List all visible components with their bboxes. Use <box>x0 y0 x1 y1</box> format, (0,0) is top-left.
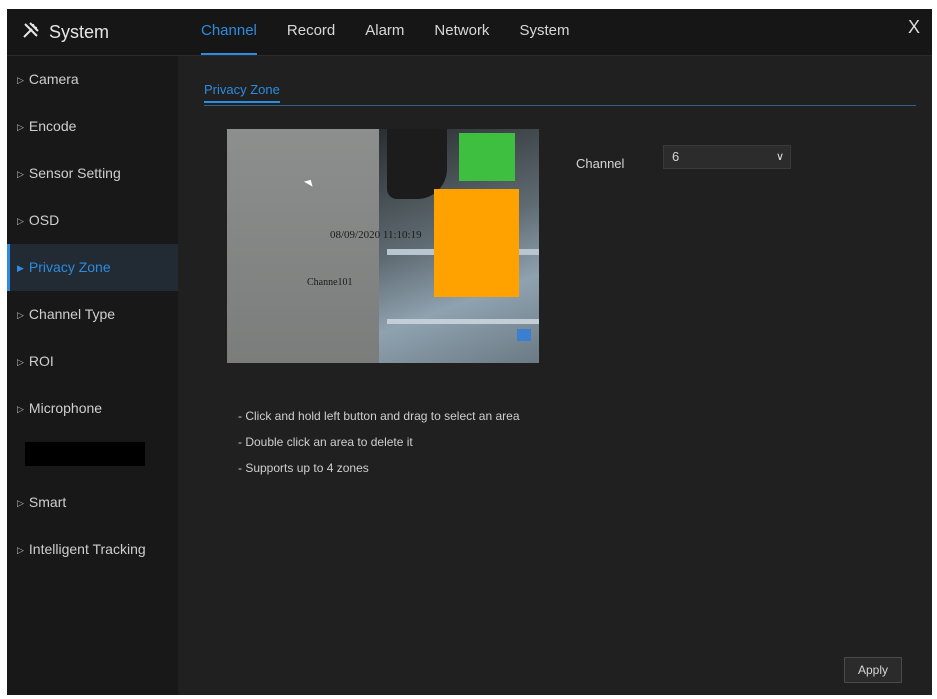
camera-preview[interactable]: 08/09/2020 11:10:19 Channe101 <box>227 129 539 363</box>
triangle-right-filled-icon: ▶ <box>17 262 24 273</box>
top-bar: System Channel Record Alarm Network Syst… <box>7 9 932 56</box>
channel-select[interactable]: 6 ∨ <box>663 145 791 169</box>
app-title-text: System <box>49 22 110 42</box>
channel-select-value: 6 <box>672 149 680 164</box>
triangle-right-icon: ▷ <box>17 74 24 85</box>
tab-network[interactable]: Network <box>434 9 489 55</box>
triangle-right-icon: ▷ <box>17 403 24 414</box>
sidebar-item-label: Intelligent Tracking <box>28 541 146 557</box>
sidebar-item-label: OSD <box>28 212 60 228</box>
subtab-privacy-zone[interactable]: Privacy Zone <box>204 82 280 103</box>
sidebar-item-encode[interactable]: ▷ Encode <box>7 103 178 150</box>
triangle-right-icon: ▷ <box>17 356 24 367</box>
preview-green-object <box>459 133 515 181</box>
system-settings-window: System Channel Record Alarm Network Syst… <box>7 9 932 695</box>
sidebar-item-sensor-setting[interactable]: ▷ Sensor Setting <box>7 150 178 197</box>
tab-alarm[interactable]: Alarm <box>365 9 404 55</box>
sidebar-item-intelligent-tracking[interactable]: ▷ Intelligent Tracking <box>7 526 178 573</box>
osd-timestamp: 08/09/2020 11:10:19 <box>330 229 422 241</box>
osd-channel-name: Channe101 <box>307 277 353 288</box>
instruction-line: - Double click an area to delete it <box>238 435 413 449</box>
sidebar-item-privacy-zone[interactable]: ▶ Privacy Zone <box>7 244 178 291</box>
triangle-right-icon: ▷ <box>17 215 24 226</box>
apply-button[interactable]: Apply <box>844 657 902 683</box>
instructions: - Click and hold left button and drag to… <box>238 403 520 481</box>
subtab-divider <box>204 105 916 106</box>
sidebar-item-label: ROI <box>28 353 54 369</box>
main-tabs: Channel Record Alarm Network System <box>201 9 599 55</box>
sidebar-item-label: Encode <box>28 118 77 134</box>
sidebar-item-label: Microphone <box>28 400 103 416</box>
preview-blue-object <box>517 329 531 341</box>
triangle-right-icon: ▷ <box>17 544 24 555</box>
close-icon[interactable]: X <box>908 17 920 38</box>
redaction-bar <box>25 442 145 466</box>
triangle-right-icon: ▷ <box>17 309 24 320</box>
sidebar-item-smart[interactable]: ▷ Smart <box>7 479 178 526</box>
sidebar-item-label: Channel Type <box>28 306 116 322</box>
tab-system[interactable]: System <box>519 9 569 55</box>
triangle-right-icon: ▷ <box>17 121 24 132</box>
sidebar-item-label: Sensor Setting <box>28 165 121 181</box>
privacy-mask-zone[interactable] <box>434 189 519 297</box>
sidebar-item-roi[interactable]: ▷ ROI <box>7 338 178 385</box>
chevron-down-icon: ∨ <box>775 151 784 163</box>
channel-label: Channel <box>576 156 625 171</box>
sidebar-item-label: Camera <box>28 71 79 87</box>
preview-wall <box>227 129 379 363</box>
sidebar-item-channel-type[interactable]: ▷ Channel Type <box>7 291 178 338</box>
tools-icon <box>21 20 41 45</box>
instruction-line: - Supports up to 4 zones <box>238 461 369 475</box>
sidebar-item-label: Privacy Zone <box>28 259 111 275</box>
preview-shelf <box>387 319 539 324</box>
app-title: System <box>21 20 109 45</box>
instruction-line: - Click and hold left button and drag to… <box>238 409 520 423</box>
sidebar: ▷ Camera ▷ Encode ▷ Sensor Setting ▷ OSD ▶ Pr… <box>7 56 178 695</box>
sidebar-item-redacted[interactable] <box>7 432 178 479</box>
sidebar-item-osd[interactable]: ▷ OSD <box>7 197 178 244</box>
triangle-right-icon: ▷ <box>17 168 24 179</box>
tab-record[interactable]: Record <box>287 9 335 55</box>
main-content: Privacy Zone 08/09/2020 11:10:19 Channe1… <box>178 56 932 695</box>
sidebar-item-microphone[interactable]: ▷ Microphone <box>7 385 178 432</box>
sidebar-item-camera[interactable]: ▷ Camera <box>7 56 178 103</box>
sidebar-item-label: Smart <box>28 494 67 510</box>
tab-channel[interactable]: Channel <box>201 9 257 55</box>
triangle-right-icon: ▷ <box>17 497 24 508</box>
